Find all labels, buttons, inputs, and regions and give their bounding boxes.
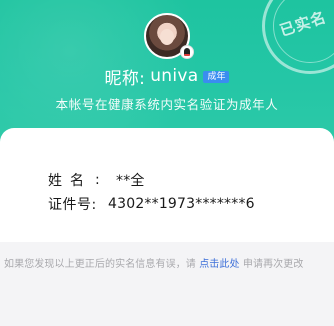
id-number-label: 证件号: bbox=[48, 197, 97, 213]
qq-penguin-icon bbox=[180, 45, 194, 59]
correction-notice-suffix: 申请再次更改 bbox=[239, 259, 304, 270]
correction-notice: 如果您发现以上更正后的实名信息有误，请 点击此处 申请再次更改 bbox=[4, 255, 334, 270]
adult-badge: 成年 bbox=[203, 70, 230, 83]
name-label: 姓名 bbox=[48, 173, 92, 189]
click-here-link[interactable]: 点击此处 bbox=[199, 259, 239, 270]
realname-info-page: 已实名 昵称: univa 成年 本帐号在健康系统内实名验证为成年人 姓名 : … bbox=[0, 0, 334, 326]
verified-stamp-icon: 已实名 bbox=[262, 0, 334, 74]
verify-statement: 本帐号在健康系统内实名验证为成年人 bbox=[55, 97, 279, 112]
id-number-row: 证件号: 4302**1973*******6 bbox=[48, 194, 255, 214]
correction-notice-text: 如果您发现以上更正后的实名信息有误，请 bbox=[4, 259, 200, 270]
name-colon: : bbox=[95, 172, 100, 188]
identity-card: 姓名 : **全 证件号: 4302**1973*******6 bbox=[0, 128, 334, 242]
nickname-row: 昵称: univa 成年 bbox=[0, 66, 334, 89]
name-row: 姓名 : **全 bbox=[48, 170, 145, 190]
name-value: **全 bbox=[116, 173, 145, 189]
nickname-value: univa bbox=[150, 66, 199, 86]
id-number-value: 4302**1973*******6 bbox=[108, 196, 255, 212]
nickname-label: 昵称: bbox=[104, 68, 146, 89]
